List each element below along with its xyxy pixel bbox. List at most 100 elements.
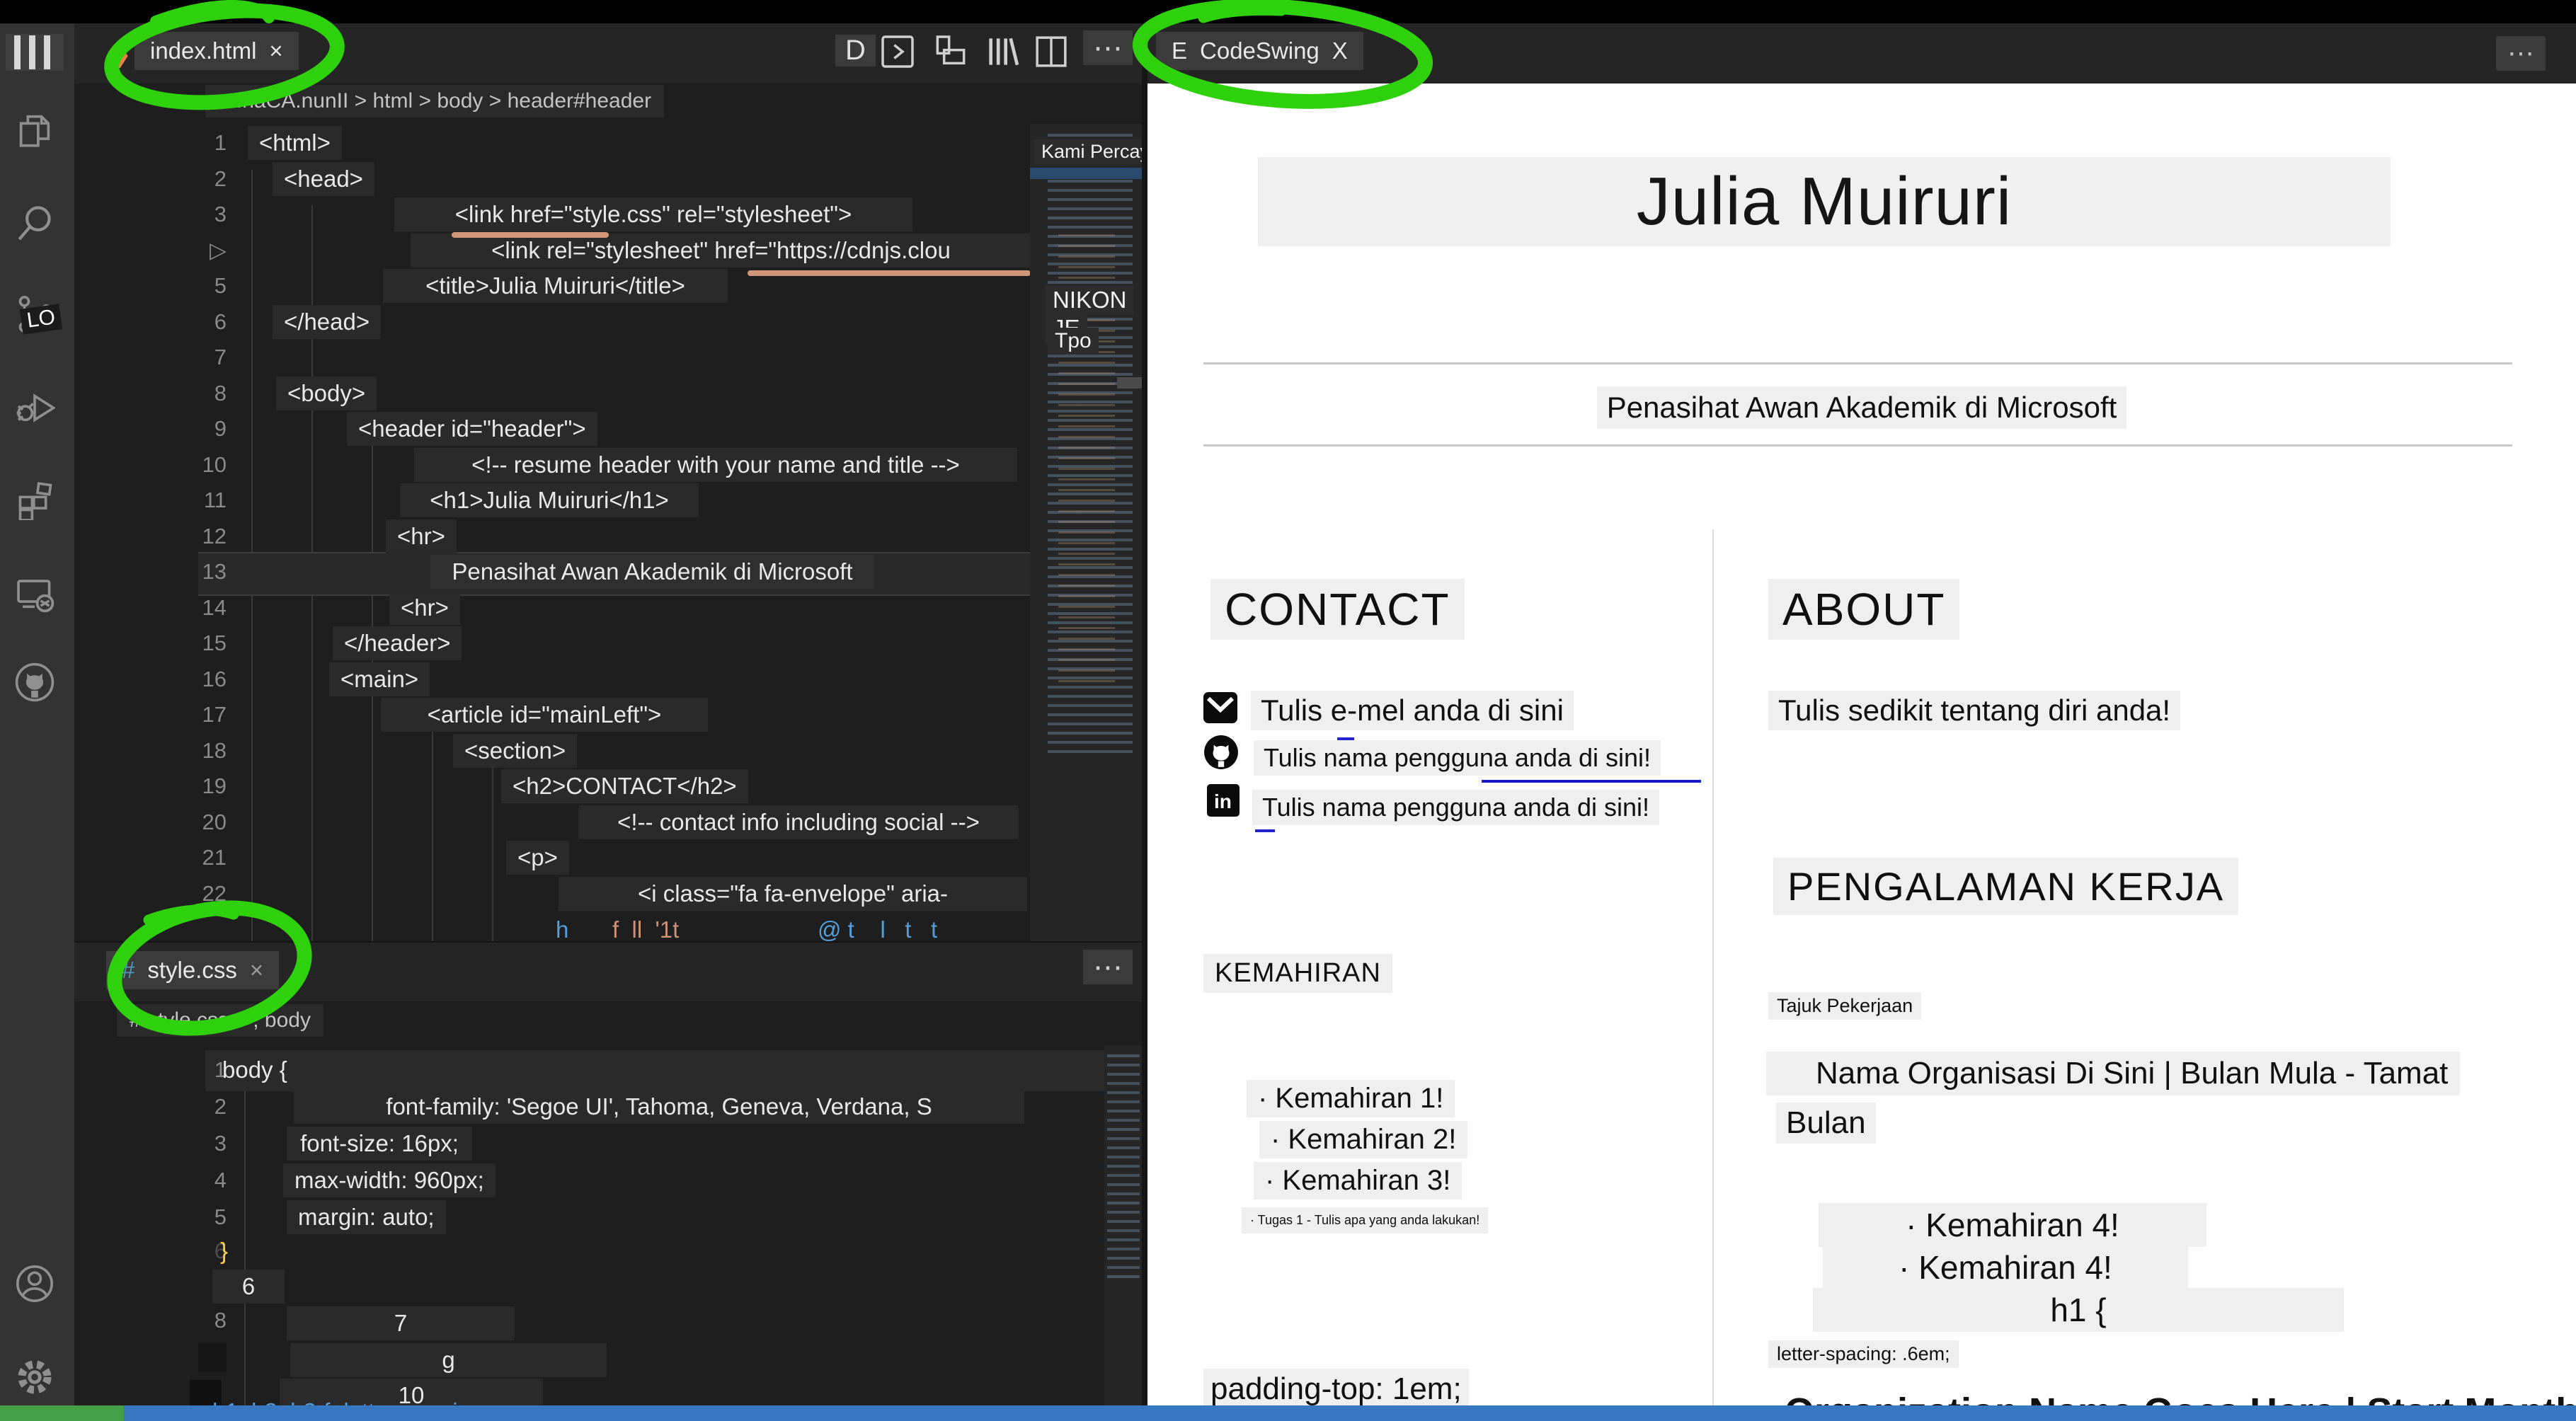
code-line[interactable]: font-family: 'Segoe UI', Tahoma, Geneva,… (294, 1090, 1024, 1124)
line-number: ▷ (210, 238, 227, 263)
close-icon[interactable]: × (269, 38, 282, 64)
letter-d-action[interactable]: D (835, 35, 876, 67)
code-line[interactable]: font-size: 16px; (287, 1127, 472, 1161)
spellcheck-mark (1255, 829, 1275, 832)
close-icon[interactable]: X (1332, 38, 1348, 64)
minimap-selection (1030, 168, 1143, 179)
code-line[interactable]: <title>Julia Muiruri</title> (383, 269, 728, 303)
code-line[interactable]: max-width: 960px; (283, 1163, 496, 1197)
account-icon[interactable] (14, 1263, 55, 1304)
line-number: 22 (202, 881, 227, 906)
preview-tab-bar: E CodeSwing X ⋯ (1147, 23, 2576, 84)
line-number: 1 (214, 130, 227, 155)
tab-modified-marker: ❯ (111, 41, 132, 68)
search-icon[interactable] (14, 202, 55, 243)
code-line[interactable]: <link rel="stylesheet" href="https://cdn… (411, 234, 1031, 267)
css-breadcrumb[interactable]: # style.css > , body (74, 1000, 1142, 1037)
contact-github-link[interactable]: Tulis nama pengguna anda di sini! (1254, 740, 1661, 776)
code-line[interactable]: <h2>CONTACT</h2> (501, 769, 748, 803)
code-line[interactable]: g (290, 1343, 607, 1377)
code-line[interactable]: } (209, 1234, 239, 1268)
contact-linkedin-link[interactable]: Tulis nama pengguna anda di sini! (1252, 790, 1660, 825)
line-number: 9 (214, 416, 227, 441)
open-changes-icon[interactable] (931, 32, 971, 71)
code-line[interactable]: 7 (287, 1306, 515, 1340)
code-line[interactable]: <i class="fa fa-envelope" aria- (559, 877, 1027, 911)
tab-index-html[interactable]: index.html × (134, 32, 299, 70)
explorer-icon[interactable] (14, 110, 55, 151)
more-actions-icon[interactable]: ⋯ (1083, 950, 1133, 984)
code-line[interactable]: <!-- contact info including social --> (578, 805, 1019, 839)
column-divider (1712, 529, 1714, 1420)
code-line[interactable]: <link href="style.css" rel="stylesheet"> (394, 197, 912, 231)
code-line[interactable]: <body> (276, 376, 377, 410)
remote-explorer-icon[interactable] (14, 573, 55, 614)
contact-email-text: Tulis e-mel anda di sini (1251, 691, 1574, 730)
codeswing-preview: Julia Muiruri Penasihat Awan Akademik di… (1147, 84, 2576, 1421)
extensions-icon[interactable] (14, 479, 55, 520)
html-breadcrumb[interactable]: > InaCA.nunII > html > body > header#hea… (74, 84, 1142, 120)
code-line[interactable]: <main> (329, 662, 430, 696)
close-icon[interactable]: × (250, 957, 263, 984)
contact-heading: CONTACT (1210, 579, 1465, 640)
line-number: 21 (202, 845, 227, 870)
tab-style-css[interactable]: # style.css × (106, 951, 280, 989)
line-number: 2 (214, 166, 227, 191)
code-line[interactable]: <!-- resume header with your name and ti… (414, 448, 1017, 482)
line-number: 6 (214, 309, 227, 334)
scrollbar-thumb[interactable] (1117, 377, 1143, 389)
tab-codeswing[interactable]: E CodeSwing X (1156, 32, 1363, 70)
minimap[interactable] (1104, 1046, 1143, 1405)
warning-underline (452, 232, 609, 238)
experience-bullet: · Kemahiran 4! (1823, 1245, 2188, 1289)
code-line[interactable]: Penasihat Awan Akademik di Microsoft (430, 555, 874, 589)
css-code-area[interactable]: 1 2 3 4 5 6 8 body { font-family: 'Segoe… (74, 1046, 1104, 1421)
lo-badge: LO (19, 304, 63, 335)
code-line[interactable]: <hr> (389, 591, 460, 625)
code-line[interactable]: body { (211, 1053, 299, 1087)
status-bar-remote[interactable] (0, 1405, 124, 1421)
github-icon[interactable] (14, 662, 55, 703)
editor-group-divider[interactable] (1142, 23, 1147, 1405)
code-line[interactable]: margin: auto; (287, 1200, 446, 1234)
warning-underline (748, 270, 1031, 276)
code-line[interactable]: </header> (333, 626, 462, 660)
breadcrumb-text: # style.css > , body (117, 1004, 324, 1037)
resume-name: Julia Muiruri (1636, 163, 2013, 239)
skill-item: · Kemahiran 1! (1247, 1080, 1455, 1117)
left-css-artifact: padding-top: 1em; (1203, 1369, 1469, 1410)
open-preview-icon[interactable] (878, 32, 917, 71)
more-actions-icon[interactable]: ⋯ (2496, 36, 2546, 71)
code-line[interactable]: <hr> (386, 519, 457, 553)
more-actions-icon[interactable]: ⋯ (1083, 30, 1133, 65)
code-line[interactable]: <p> (506, 841, 569, 875)
line-number: 20 (202, 810, 227, 834)
code-line[interactable]: <section> (453, 734, 578, 768)
line-number: 14 (202, 595, 227, 620)
menu-icon[interactable] (6, 34, 64, 71)
experience-bullet: · Kemahiran 4! (1819, 1203, 2206, 1247)
codeswing-columns-icon[interactable] (983, 32, 1022, 71)
code-line[interactable]: <html> (248, 126, 342, 160)
minimap[interactable]: Kami Percaya NIKON JE Tpo (1030, 124, 1168, 941)
code-line[interactable]: </head> (273, 305, 382, 339)
code-line[interactable]: <header id="header"> (347, 412, 597, 446)
settings-gear-icon[interactable] (14, 1357, 55, 1398)
code-line[interactable]: 6 (212, 1270, 285, 1304)
partial-code-fragment: h (556, 916, 569, 943)
split-editor-icon[interactable] (1031, 32, 1071, 71)
envelope-icon (1203, 692, 1237, 723)
gutter-artifact (198, 1343, 227, 1371)
window-top-band (0, 0, 2576, 23)
source-control-icon[interactable]: LO (14, 294, 63, 335)
status-bar[interactable] (124, 1405, 2576, 1421)
horizontal-rule (1203, 444, 2512, 447)
resume-role-row: Penasihat Awan Akademik di Microsoft (1147, 386, 2576, 429)
html-code-area[interactable]: 1 2 3 ▷ 5 6 7 8 9 10 11 12 13 14 15 16 1… (74, 120, 1101, 943)
run-debug-icon[interactable] (14, 386, 55, 427)
code-line[interactable]: <article id="mainLeft"> (381, 698, 708, 732)
horizontal-rule (1203, 362, 2512, 364)
code-line[interactable]: <head> (273, 162, 374, 196)
menu-bar (44, 35, 50, 69)
code-line[interactable]: <h1>Julia Muiruri</h1> (400, 483, 699, 517)
